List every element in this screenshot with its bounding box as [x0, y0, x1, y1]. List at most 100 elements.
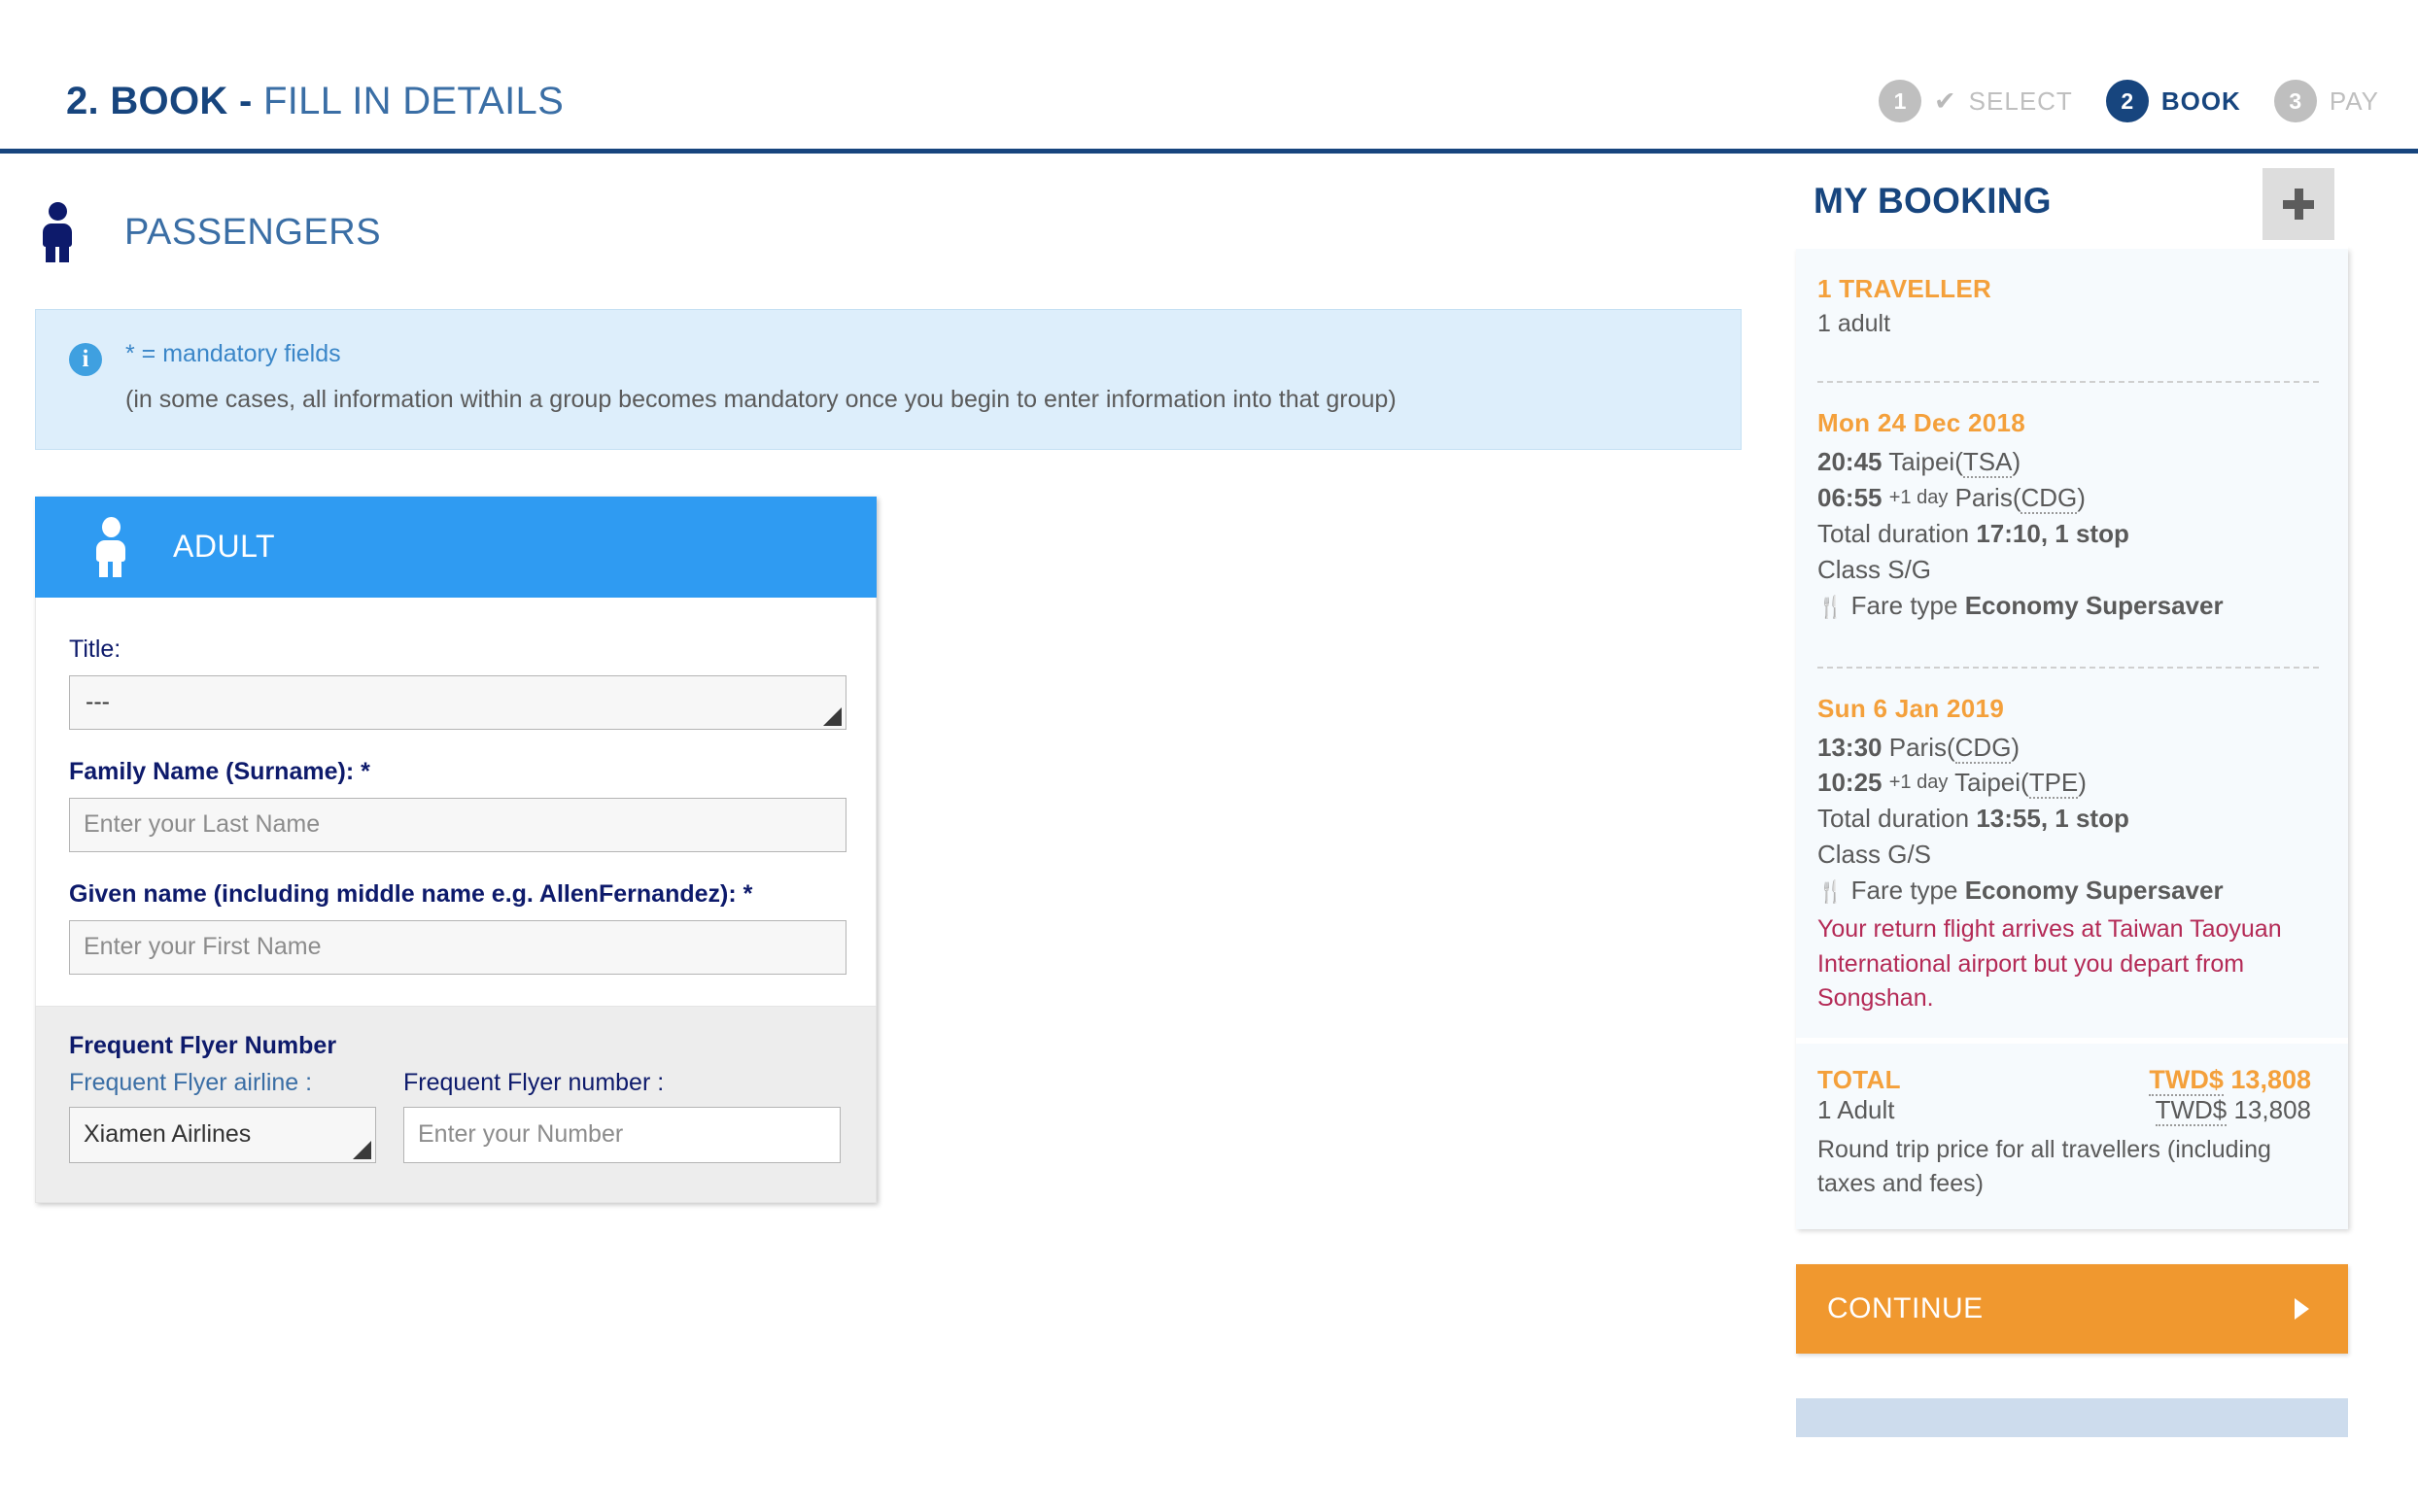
flight-return-date: Sun 6 Jan 2019: [1817, 693, 2005, 723]
flight-return-note: Your return flight arrives at Taiwan Tao…: [1817, 915, 2282, 1013]
page-title-light: FILL IN DETAILS: [263, 80, 565, 122]
flight-outbound-class: Class S/G: [1817, 554, 1932, 584]
flight-return-depart-place: Paris(: [1888, 732, 1955, 762]
flight-return-arrive-place: Taipei(: [1954, 768, 2029, 798]
flight-outbound-arrive: 06:55 +1 day Paris(CDG): [1817, 482, 2086, 514]
step-select[interactable]: 1 ✔ SELECT: [1879, 80, 2073, 122]
adult-passenger-card: ADULT Title: --- Family Name (Surname): …: [35, 496, 877, 1203]
info-text: * = mandatory fields (in some cases, all…: [125, 339, 1397, 416]
page-title: 2. BOOK - FILL IN DETAILS: [66, 80, 564, 123]
flight-return-day-offset: +1 day: [1888, 772, 1949, 794]
arrow-right-icon: [2295, 1297, 2309, 1320]
step-book-number: 2: [2105, 80, 2149, 122]
my-booking-title: MY BOOKING: [1814, 181, 2052, 221]
continue-button[interactable]: CONTINUE: [1796, 1263, 2348, 1354]
flight-return-arrive-time: 10:25: [1817, 768, 1883, 798]
my-booking-sidebar: MY BOOKING 1 TRAVELLER 1 adult Mon 24 De…: [1796, 154, 2348, 1437]
total-currency: TWD$: [2149, 1064, 2224, 1096]
info-line-detail: (in some cases, all information within a…: [125, 386, 1397, 413]
step-pay[interactable]: 3 PAY: [2273, 80, 2379, 122]
frequent-flyer-section: Frequent Flyer Number Frequent Flyer air…: [35, 1005, 877, 1203]
flight-outbound-fare-prefix: Fare type: [1850, 590, 1958, 620]
total-breakdown-currency: TWD$: [2155, 1094, 2228, 1126]
flight-outbound-depart-place: Taipei(: [1888, 447, 1963, 476]
flight-return-depart-code: CDG: [1954, 732, 2012, 764]
flight-outbound-depart-time: 20:45: [1817, 447, 1883, 476]
mandatory-fields-info: i * = mandatory fields (in some cases, a…: [35, 309, 1742, 450]
continue-button-label: CONTINUE: [1827, 1291, 1984, 1324]
divider-return: [1817, 666, 2319, 669]
adult-card-header: ADULT: [35, 496, 877, 598]
flight-outbound-duration-prefix: Total duration: [1817, 518, 1970, 548]
total-breakdown-row: 1 Adult TWD$ 13,808: [1817, 1094, 2311, 1126]
step-book-label: BOOK: [2160, 86, 2241, 116]
frequent-flyer-number-label: Frequent Flyer number :: [403, 1068, 665, 1096]
person-icon: [41, 202, 74, 262]
flight-return-fare-value: Economy Supersaver: [1964, 876, 2224, 906]
total-fine-print: Round trip price for all travellers (inc…: [1817, 1135, 2271, 1198]
flight-outbound-fare-value: Economy Supersaver: [1964, 590, 2224, 620]
adult-card-title: ADULT: [173, 529, 276, 564]
flight-outbound-duration-value: 17:10, 1 stop: [1976, 518, 2129, 548]
step-book[interactable]: 2 BOOK: [2105, 80, 2241, 122]
frequent-flyer-airline-label: Frequent Flyer airline :: [69, 1068, 313, 1096]
flight-outbound-arrive-time: 06:55: [1817, 482, 1883, 512]
travellers-heading: 1 TRAVELLER: [1817, 274, 1992, 303]
family-name-input[interactable]: [69, 797, 846, 852]
sidebar-promo-box: [1796, 1397, 2348, 1437]
given-name-label: Given name (including middle name e.g. A…: [69, 879, 753, 908]
page-header: 2. BOOK - FILL IN DETAILS 1 ✔ SELECT 2 B…: [0, 0, 2418, 154]
passengers-header: PASSENGERS: [0, 154, 1788, 262]
family-name-label: Family Name (Surname): *: [69, 757, 370, 785]
title-select-value: ---: [86, 688, 110, 715]
info-icon: i: [69, 343, 102, 376]
page-body: PASSENGERS i * = mandatory fields (in so…: [0, 154, 2418, 1507]
total-amount: 13,808: [2230, 1064, 2311, 1094]
total-value: TWD$ 13,808: [2149, 1064, 2311, 1096]
flight-return-arrive-code: TPE: [2028, 768, 2079, 800]
add-booking-button[interactable]: [2263, 168, 2334, 240]
step-pay-number: 3: [2273, 80, 2317, 122]
frequent-flyer-number-input[interactable]: [403, 1106, 841, 1163]
given-name-input[interactable]: [69, 919, 846, 975]
flight-return-duration-prefix: Total duration: [1817, 804, 1970, 834]
divider-outbound: [1817, 381, 2319, 383]
step-pay-label: PAY: [2329, 86, 2379, 116]
flight-return-depart: 13:30 Paris(CDG): [1817, 732, 2021, 764]
title-select[interactable]: ---: [69, 674, 846, 730]
passengers-title: PASSENGERS: [124, 211, 382, 253]
chevron-down-icon: [823, 706, 842, 726]
total-section: TOTAL TWD$ 13,808 1 Adult TWD$ 13,808 Ro…: [1817, 1044, 2319, 1229]
meal-icon: 🍴: [1817, 879, 1845, 905]
frequent-flyer-number-group: Frequent Flyer number :: [403, 1068, 841, 1163]
flight-outbound: Mon 24 Dec 2018 20:45 Taipei(TSA) 06:55 …: [1817, 408, 2319, 645]
total-breakdown-label: 1 Adult: [1817, 1094, 1895, 1124]
flight-outbound-fare: 🍴 Fare type Economy Supersaver: [1817, 588, 2319, 624]
flight-return-duration: Total duration 13:55, 1 stop: [1817, 801, 2319, 837]
flight-return-arrive: 10:25 +1 day Taipei(TPE): [1817, 768, 2087, 800]
frequent-flyer-airline-value: Xiamen Airlines: [84, 1120, 252, 1148]
frequent-flyer-airline-select[interactable]: Xiamen Airlines: [69, 1106, 376, 1163]
info-line-mandatory: * = mandatory fields: [125, 340, 341, 367]
adult-card-body: Title: --- Family Name (Surname): * Give…: [35, 597, 877, 1006]
total-label: TOTAL: [1817, 1064, 1901, 1094]
frequent-flyer-airline-group: Frequent Flyer airline : Xiamen Airlines: [69, 1068, 376, 1163]
flight-outbound-date: Mon 24 Dec 2018: [1817, 408, 2026, 437]
flight-outbound-arrive-place: Paris(: [1954, 482, 2021, 512]
total-breakdown-amount: 13,808: [2233, 1094, 2311, 1124]
check-icon: ✔: [1934, 86, 1956, 116]
meal-icon: 🍴: [1817, 594, 1845, 619]
total-breakdown-value: TWD$ 13,808: [2155, 1094, 2311, 1126]
step-select-label: SELECT: [1968, 86, 2073, 116]
step-indicator: 1 ✔ SELECT 2 BOOK 3 PAY: [1846, 80, 2379, 122]
frequent-flyer-title: Frequent Flyer Number: [69, 1031, 337, 1059]
flight-outbound-depart: 20:45 Taipei(TSA): [1817, 447, 2021, 478]
chevron-down-icon: [353, 1140, 371, 1159]
flight-outbound-duration: Total duration 17:10, 1 stop: [1817, 516, 2319, 552]
flight-return-duration-value: 13:55, 1 stop: [1976, 804, 2129, 834]
flight-return-fare-prefix: Fare type: [1850, 876, 1958, 906]
my-booking-header: MY BOOKING: [1796, 154, 2348, 249]
my-booking-panel: 1 TRAVELLER 1 adult Mon 24 Dec 2018 20:4…: [1796, 249, 2348, 1229]
page-title-strong: 2. BOOK -: [66, 80, 253, 122]
travellers-detail: 1 adult: [1817, 310, 1891, 337]
